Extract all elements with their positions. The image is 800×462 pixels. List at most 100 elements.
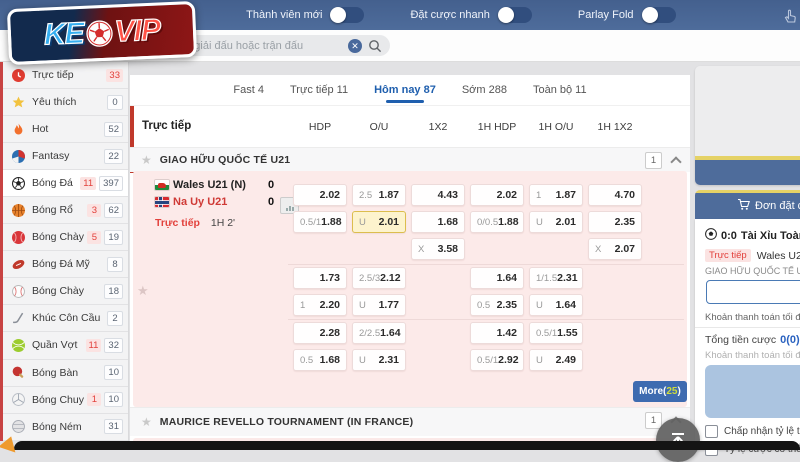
logo-text-vip: VIP bbox=[114, 13, 161, 49]
scroll-to-top-button[interactable] bbox=[656, 418, 700, 462]
tab-live[interactable]: Trực tiếp 11 bbox=[290, 75, 348, 105]
am-football-icon bbox=[12, 258, 25, 271]
sidebar-item-baseball-red[interactable]: Bóng Chày519 bbox=[3, 224, 128, 251]
odds-cell[interactable]: X3.58 bbox=[411, 238, 465, 260]
odds-cell[interactable]: 1.73 bbox=[293, 267, 347, 289]
odds-cell[interactable]: 1.42 bbox=[470, 322, 524, 344]
column-header: 1X2 bbox=[411, 121, 465, 133]
odds-cell[interactable]: X2.07 bbox=[588, 238, 642, 260]
column-header: 1H O/U bbox=[529, 121, 583, 133]
more-odds-button[interactable]: More(25) bbox=[633, 381, 687, 402]
favorite-star-icon[interactable]: ★ bbox=[141, 415, 152, 429]
odds-block-divider bbox=[288, 319, 684, 320]
quick-bet-toggle[interactable] bbox=[498, 7, 532, 23]
parlay-fold-toggle[interactable] bbox=[642, 7, 676, 23]
odds-cell[interactable]: 2.5/32.12 bbox=[352, 267, 406, 289]
sidebar-item-basketball[interactable]: Bóng Rổ362 bbox=[3, 197, 128, 224]
odds-value: 1.55 bbox=[557, 327, 577, 339]
odds-cell[interactable]: 1.64 bbox=[470, 267, 524, 289]
match-filter-tabs: Fast 4 Trực tiếp 11 Hôm nay 87 Sớm 288 Toàn … bbox=[130, 75, 690, 106]
total-count-badge: 22 bbox=[104, 149, 123, 164]
sidebar-item-label: Bóng Chuyền bbox=[32, 394, 84, 406]
odds-value: 2.02 bbox=[320, 189, 340, 201]
sidebar-item-fantasy-ball[interactable]: Fantasy22 bbox=[3, 143, 128, 170]
place-bet-button[interactable]: L bbox=[705, 365, 800, 418]
odds-cell[interactable]: 0.51.68 bbox=[293, 349, 347, 371]
odds-cell[interactable]: 1.68 bbox=[411, 211, 465, 233]
odds-cell[interactable]: U2.01 bbox=[352, 211, 406, 233]
league-section-header[interactable]: ★ MAURICE REVELLO TOURNAMENT (IN FRANCE)… bbox=[130, 407, 690, 436]
odds-value: 2.20 bbox=[320, 299, 340, 311]
sidebar-item-flame[interactable]: Hot52 bbox=[3, 116, 128, 143]
sidebar-item-handball[interactable]: Bóng Ném31 bbox=[3, 414, 128, 441]
odds-value: 2.28 bbox=[320, 327, 340, 339]
odds-cell[interactable]: 2.02 bbox=[470, 184, 524, 206]
league-section-header[interactable]: ★ GIAO HỮU QUỐC TẾ U21 1 bbox=[130, 147, 690, 172]
odds-cell[interactable]: U1.64 bbox=[529, 294, 583, 316]
odds-cell[interactable]: 4.43 bbox=[411, 184, 465, 206]
chevron-up-icon[interactable] bbox=[670, 156, 681, 167]
favorite-star-icon[interactable]: ★ bbox=[137, 283, 149, 299]
checkbox-icon[interactable] bbox=[705, 425, 718, 438]
more-count: 25 bbox=[666, 386, 677, 397]
odds-cell[interactable]: 11.87 bbox=[529, 184, 583, 206]
sidebar-item-tennis-ball[interactable]: Quần Vợt1132 bbox=[3, 332, 128, 359]
more-label-close: ) bbox=[678, 386, 681, 397]
accept-better-odds-option[interactable]: Chấp nhận tỷ lệ tốt hơn bbox=[705, 425, 800, 438]
tab-today[interactable]: Hôm nay 87 bbox=[374, 75, 436, 105]
sidebar-item-star[interactable]: Yêu thích0 bbox=[3, 89, 128, 116]
live-match-card: ★ Wales U21 (N) 0 Na Uy U21 0 Trực tiếp … bbox=[133, 171, 687, 407]
odds-cell[interactable]: 0.52.35 bbox=[470, 294, 524, 316]
baseball-red-icon bbox=[12, 231, 25, 244]
sidebar-item-hockey-stick[interactable]: Khúc Côn Cầu2 bbox=[3, 305, 128, 332]
odds-cell[interactable]: 2.35 bbox=[588, 211, 642, 233]
tab-early[interactable]: Sớm 288 bbox=[462, 75, 507, 105]
keovip-logo[interactable]: KE VIP bbox=[7, 1, 197, 65]
odds-cell[interactable]: U1.77 bbox=[352, 294, 406, 316]
odds-cell[interactable]: 2.28 bbox=[293, 322, 347, 344]
sidebar-item-label: Bóng Chày bbox=[32, 231, 84, 243]
clear-search-icon[interactable]: ✕ bbox=[348, 39, 362, 53]
odds-value: 2.31 bbox=[379, 354, 399, 366]
odds-value: 1.87 bbox=[379, 189, 399, 201]
odds-cell[interactable]: 12.20 bbox=[293, 294, 347, 316]
handicap-value: 0.5 bbox=[300, 355, 313, 366]
bet-slip-header[interactable]: Đơn đặt cược bbox=[695, 190, 800, 219]
sidebar-item-am-football[interactable]: Bóng Đá Mỹ8 bbox=[3, 251, 128, 278]
handicap-value: 1 bbox=[536, 190, 541, 201]
hand-pointer-icon[interactable] bbox=[782, 8, 798, 29]
home-team-row: Wales U21 (N) bbox=[155, 179, 246, 191]
odds-value: 1.88 bbox=[498, 216, 518, 228]
odds-cell[interactable]: 4.70 bbox=[588, 184, 642, 206]
odds-cell[interactable]: U2.01 bbox=[529, 211, 583, 233]
home-team-score: 0 bbox=[268, 179, 274, 191]
sidebar-item-live-clock[interactable]: Trực tiếp33 bbox=[3, 62, 128, 89]
odds-cell[interactable]: U2.31 bbox=[352, 349, 406, 371]
total-count-badge: 18 bbox=[104, 284, 123, 299]
sidebar-item-label: Yêu thích bbox=[32, 96, 104, 108]
odds-cell[interactable]: 0.5/11.55 bbox=[529, 322, 583, 344]
sidebar-item-volleyball[interactable]: Bóng Chuyền110 bbox=[3, 387, 128, 414]
tab-all[interactable]: Toàn bộ 11 bbox=[533, 75, 587, 105]
match-time: 1H 2' bbox=[211, 217, 235, 229]
quick-bet-toggle-label: Đặt cược nhanh bbox=[410, 9, 489, 21]
odds-cell[interactable]: 0.5/11.88 bbox=[293, 211, 347, 233]
odds-cell[interactable]: 2/2.51.64 bbox=[352, 322, 406, 344]
odds-cell[interactable]: 2.02 bbox=[293, 184, 347, 206]
sidebar-item-baseball[interactable]: Bóng Chày18 bbox=[3, 278, 128, 305]
sidebar-item-paddle[interactable]: Bóng Bàn10 bbox=[3, 360, 128, 387]
favorite-star-icon[interactable]: ★ bbox=[141, 153, 152, 167]
new-member-toggle[interactable] bbox=[330, 7, 364, 23]
search-icon[interactable] bbox=[368, 39, 382, 53]
odds-cell[interactable]: 1/1.52.31 bbox=[529, 267, 583, 289]
sidebar-item-label: Quần Vợt bbox=[32, 339, 83, 351]
parlay-fold-toggle-label: Parlay Fold bbox=[578, 9, 634, 21]
odds-cell[interactable]: 2.51.87 bbox=[352, 184, 406, 206]
stake-input[interactable] bbox=[706, 280, 800, 304]
sidebar-item-soccer-ball[interactable]: Bóng Đá11397 bbox=[3, 170, 128, 197]
handicap-value: 0.5/1 bbox=[300, 217, 321, 228]
odds-cell[interactable]: 0/0.51.88 bbox=[470, 211, 524, 233]
odds-cell[interactable]: U2.49 bbox=[529, 349, 583, 371]
odds-cell[interactable]: 0.5/12.92 bbox=[470, 349, 524, 371]
tab-fast[interactable]: Fast 4 bbox=[233, 75, 264, 105]
